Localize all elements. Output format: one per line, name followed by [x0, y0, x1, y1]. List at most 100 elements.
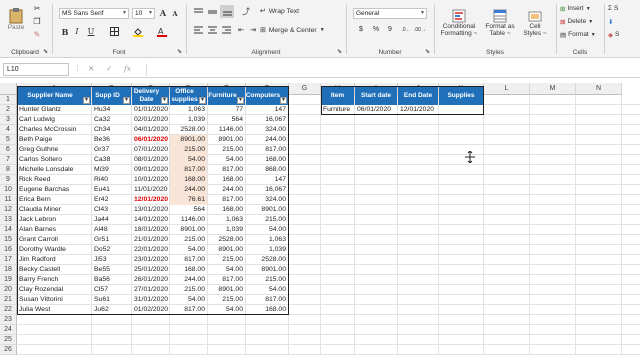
borders-button[interactable] [106, 26, 122, 37]
table-cell[interactable]: 14/01/2020 [132, 215, 169, 225]
table-cell[interactable]: Cl57 [92, 285, 131, 295]
table-cell[interactable]: 1146.00 [208, 125, 245, 135]
table-cell[interactable]: 8901.00 [170, 225, 207, 235]
table-cell[interactable]: 1,063 [170, 105, 207, 115]
delete-button[interactable]: ⊠ Delete ▼ [560, 16, 602, 27]
table-header-cell[interactable]: Supp ID ▼ [92, 86, 131, 105]
select-all-corner[interactable] [0, 83, 17, 95]
table-cell[interactable]: 215.00 [170, 145, 207, 155]
align-left-button[interactable] [192, 24, 204, 35]
table-cell[interactable]: Eugene Barchas [17, 185, 91, 195]
row-header[interactable]: 19 [0, 275, 17, 285]
table-cell[interactable]: 16,067 [246, 115, 288, 125]
table-cell[interactable]: Gr37 [92, 145, 131, 155]
criteria-value-cell[interactable]: 06/01/2020 [355, 105, 397, 115]
table-cell[interactable]: Jim Radford [17, 255, 91, 265]
table-cell[interactable]: 868.00 [246, 165, 288, 175]
format-as-table-button[interactable]: Format as Table ~ [482, 3, 518, 43]
currency-button[interactable]: $ [354, 24, 368, 35]
table-cell[interactable]: 1146.00 [170, 215, 207, 225]
increase-decimal-button[interactable]: .0← [400, 24, 412, 35]
table-cell[interactable]: 54.00 [170, 295, 207, 305]
fill-color-button[interactable] [130, 26, 146, 37]
table-cell[interactable]: 10/01/2020 [132, 175, 169, 185]
row-header[interactable]: 13 [0, 215, 17, 225]
table-cell[interactable]: Cl43 [92, 205, 131, 215]
align-center-button[interactable] [206, 24, 218, 35]
filter-dropdown-icon[interactable]: ▼ [161, 97, 168, 104]
table-header-cell[interactable]: Supplier Name ▼ [17, 86, 91, 105]
table-cell[interactable]: 27/01/2020 [132, 285, 169, 295]
row-header[interactable]: 18 [0, 265, 17, 275]
table-cell[interactable]: Ja44 [92, 215, 131, 225]
table-cell[interactable]: 817.00 [246, 145, 288, 155]
grow-font-button[interactable]: A [158, 7, 168, 19]
table-cell[interactable]: 8901.00 [246, 265, 288, 275]
row-header[interactable]: 22 [0, 305, 17, 315]
autosum-button[interactable]: ΣS [608, 3, 636, 14]
table-cell[interactable]: Michelle Lonsdale [17, 165, 91, 175]
table-cell[interactable]: 244.00 [208, 185, 245, 195]
font-launcher-icon[interactable]: ⬊ [177, 48, 182, 55]
table-cell[interactable]: 244.00 [170, 185, 207, 195]
row-header[interactable]: 25 [0, 335, 17, 345]
font-name-dropdown[interactable]: MS Sans Serif ▼ [59, 8, 129, 19]
align-middle-button[interactable] [206, 6, 218, 17]
table-cell[interactable]: 54.00 [208, 265, 245, 275]
table-cell[interactable]: Ji53 [92, 255, 131, 265]
table-cell[interactable]: Susan Vittorini [17, 295, 91, 305]
criteria-header-cell[interactable]: End Date [398, 86, 438, 105]
wrap-text-button[interactable]: ↵ Wrap Text [260, 5, 340, 17]
table-cell[interactable]: 22/01/2020 [132, 245, 169, 255]
table-cell[interactable]: Ba56 [92, 275, 131, 285]
filter-dropdown-icon[interactable]: ▼ [83, 97, 90, 104]
formula-input[interactable] [146, 63, 636, 76]
clipboard-launcher-icon[interactable]: ⬊ [43, 48, 48, 55]
column-header[interactable]: L [484, 83, 530, 95]
row-header[interactable]: 15 [0, 235, 17, 245]
row-header[interactable]: 20 [0, 285, 17, 295]
fill-button[interactable]: ⬇ [608, 16, 636, 27]
row-header[interactable]: 3 [0, 115, 17, 125]
row-header[interactable]: 14 [0, 225, 17, 235]
align-right-button[interactable] [220, 24, 232, 35]
table-cell[interactable]: 2528.00 [170, 125, 207, 135]
table-cell[interactable]: 04/01/2020 [132, 125, 169, 135]
table-cell[interactable]: 215.00 [208, 295, 245, 305]
table-cell[interactable]: 168.00 [246, 305, 288, 315]
align-top-button[interactable] [192, 6, 204, 17]
row-header[interactable]: 8 [0, 165, 17, 175]
table-cell[interactable]: 54.00 [208, 155, 245, 165]
row-header[interactable]: 26 [0, 345, 17, 355]
fx-icon[interactable]: fx [124, 64, 131, 73]
table-cell[interactable]: 13/01/2020 [132, 205, 169, 215]
table-cell[interactable]: Mi39 [92, 165, 131, 175]
spreadsheet-grid[interactable]: ABCDEFGHIJKLMN12345678910111213141516171… [0, 83, 640, 359]
table-cell[interactable]: Jack Lebron [17, 215, 91, 225]
row-header[interactable]: 12 [0, 205, 17, 215]
format-button[interactable]: ▤ Format ▼ [560, 29, 602, 40]
table-cell[interactable]: Claudia Miner [17, 205, 91, 215]
cut-button[interactable]: ✂ [31, 3, 43, 13]
table-cell[interactable]: 564 [208, 115, 245, 125]
table-cell[interactable]: 817.00 [246, 295, 288, 305]
name-box[interactable]: L10 [3, 63, 69, 76]
underline-button[interactable]: U [84, 26, 98, 37]
orientation-button[interactable]: ⤴ [238, 6, 254, 17]
table-cell[interactable]: Ri40 [92, 175, 131, 185]
table-cell[interactable]: 8901.00 [208, 285, 245, 295]
table-cell[interactable]: 54.00 [170, 245, 207, 255]
table-cell[interactable]: Su61 [92, 295, 131, 305]
table-cell[interactable]: 54.00 [246, 285, 288, 295]
table-cell[interactable]: 168.00 [208, 175, 245, 185]
criteria-value-cell[interactable]: 12/01/2020 [398, 105, 438, 115]
table-cell[interactable]: Do52 [92, 245, 131, 255]
table-cell[interactable]: Gr51 [92, 235, 131, 245]
table-cell[interactable]: Ca38 [92, 155, 131, 165]
table-header-cell[interactable]: Furniture ▼ [208, 86, 245, 105]
table-cell[interactable]: 817.00 [208, 195, 245, 205]
row-header[interactable]: 4 [0, 125, 17, 135]
table-cell[interactable]: 06/01/2020 [132, 135, 169, 145]
table-cell[interactable]: 07/01/2020 [132, 145, 169, 155]
table-cell[interactable]: Erica Bern [17, 195, 91, 205]
